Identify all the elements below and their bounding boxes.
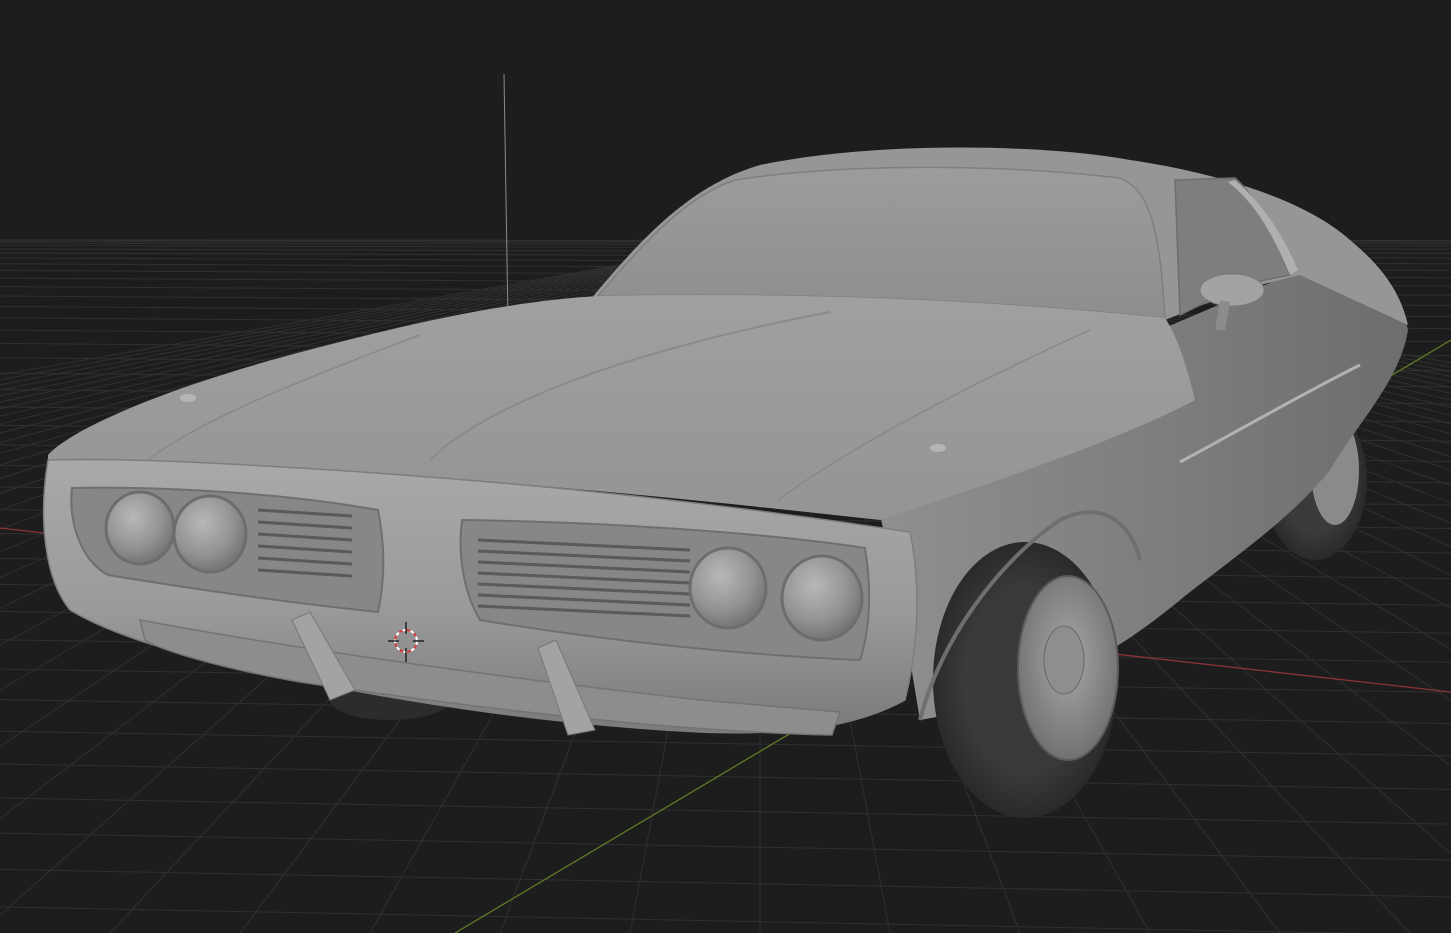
3d-viewport[interactable]	[0, 0, 1451, 933]
hood-ornament-right	[930, 444, 946, 452]
hood-ornament-left	[180, 394, 196, 402]
front-right-wheel	[933, 542, 1119, 818]
